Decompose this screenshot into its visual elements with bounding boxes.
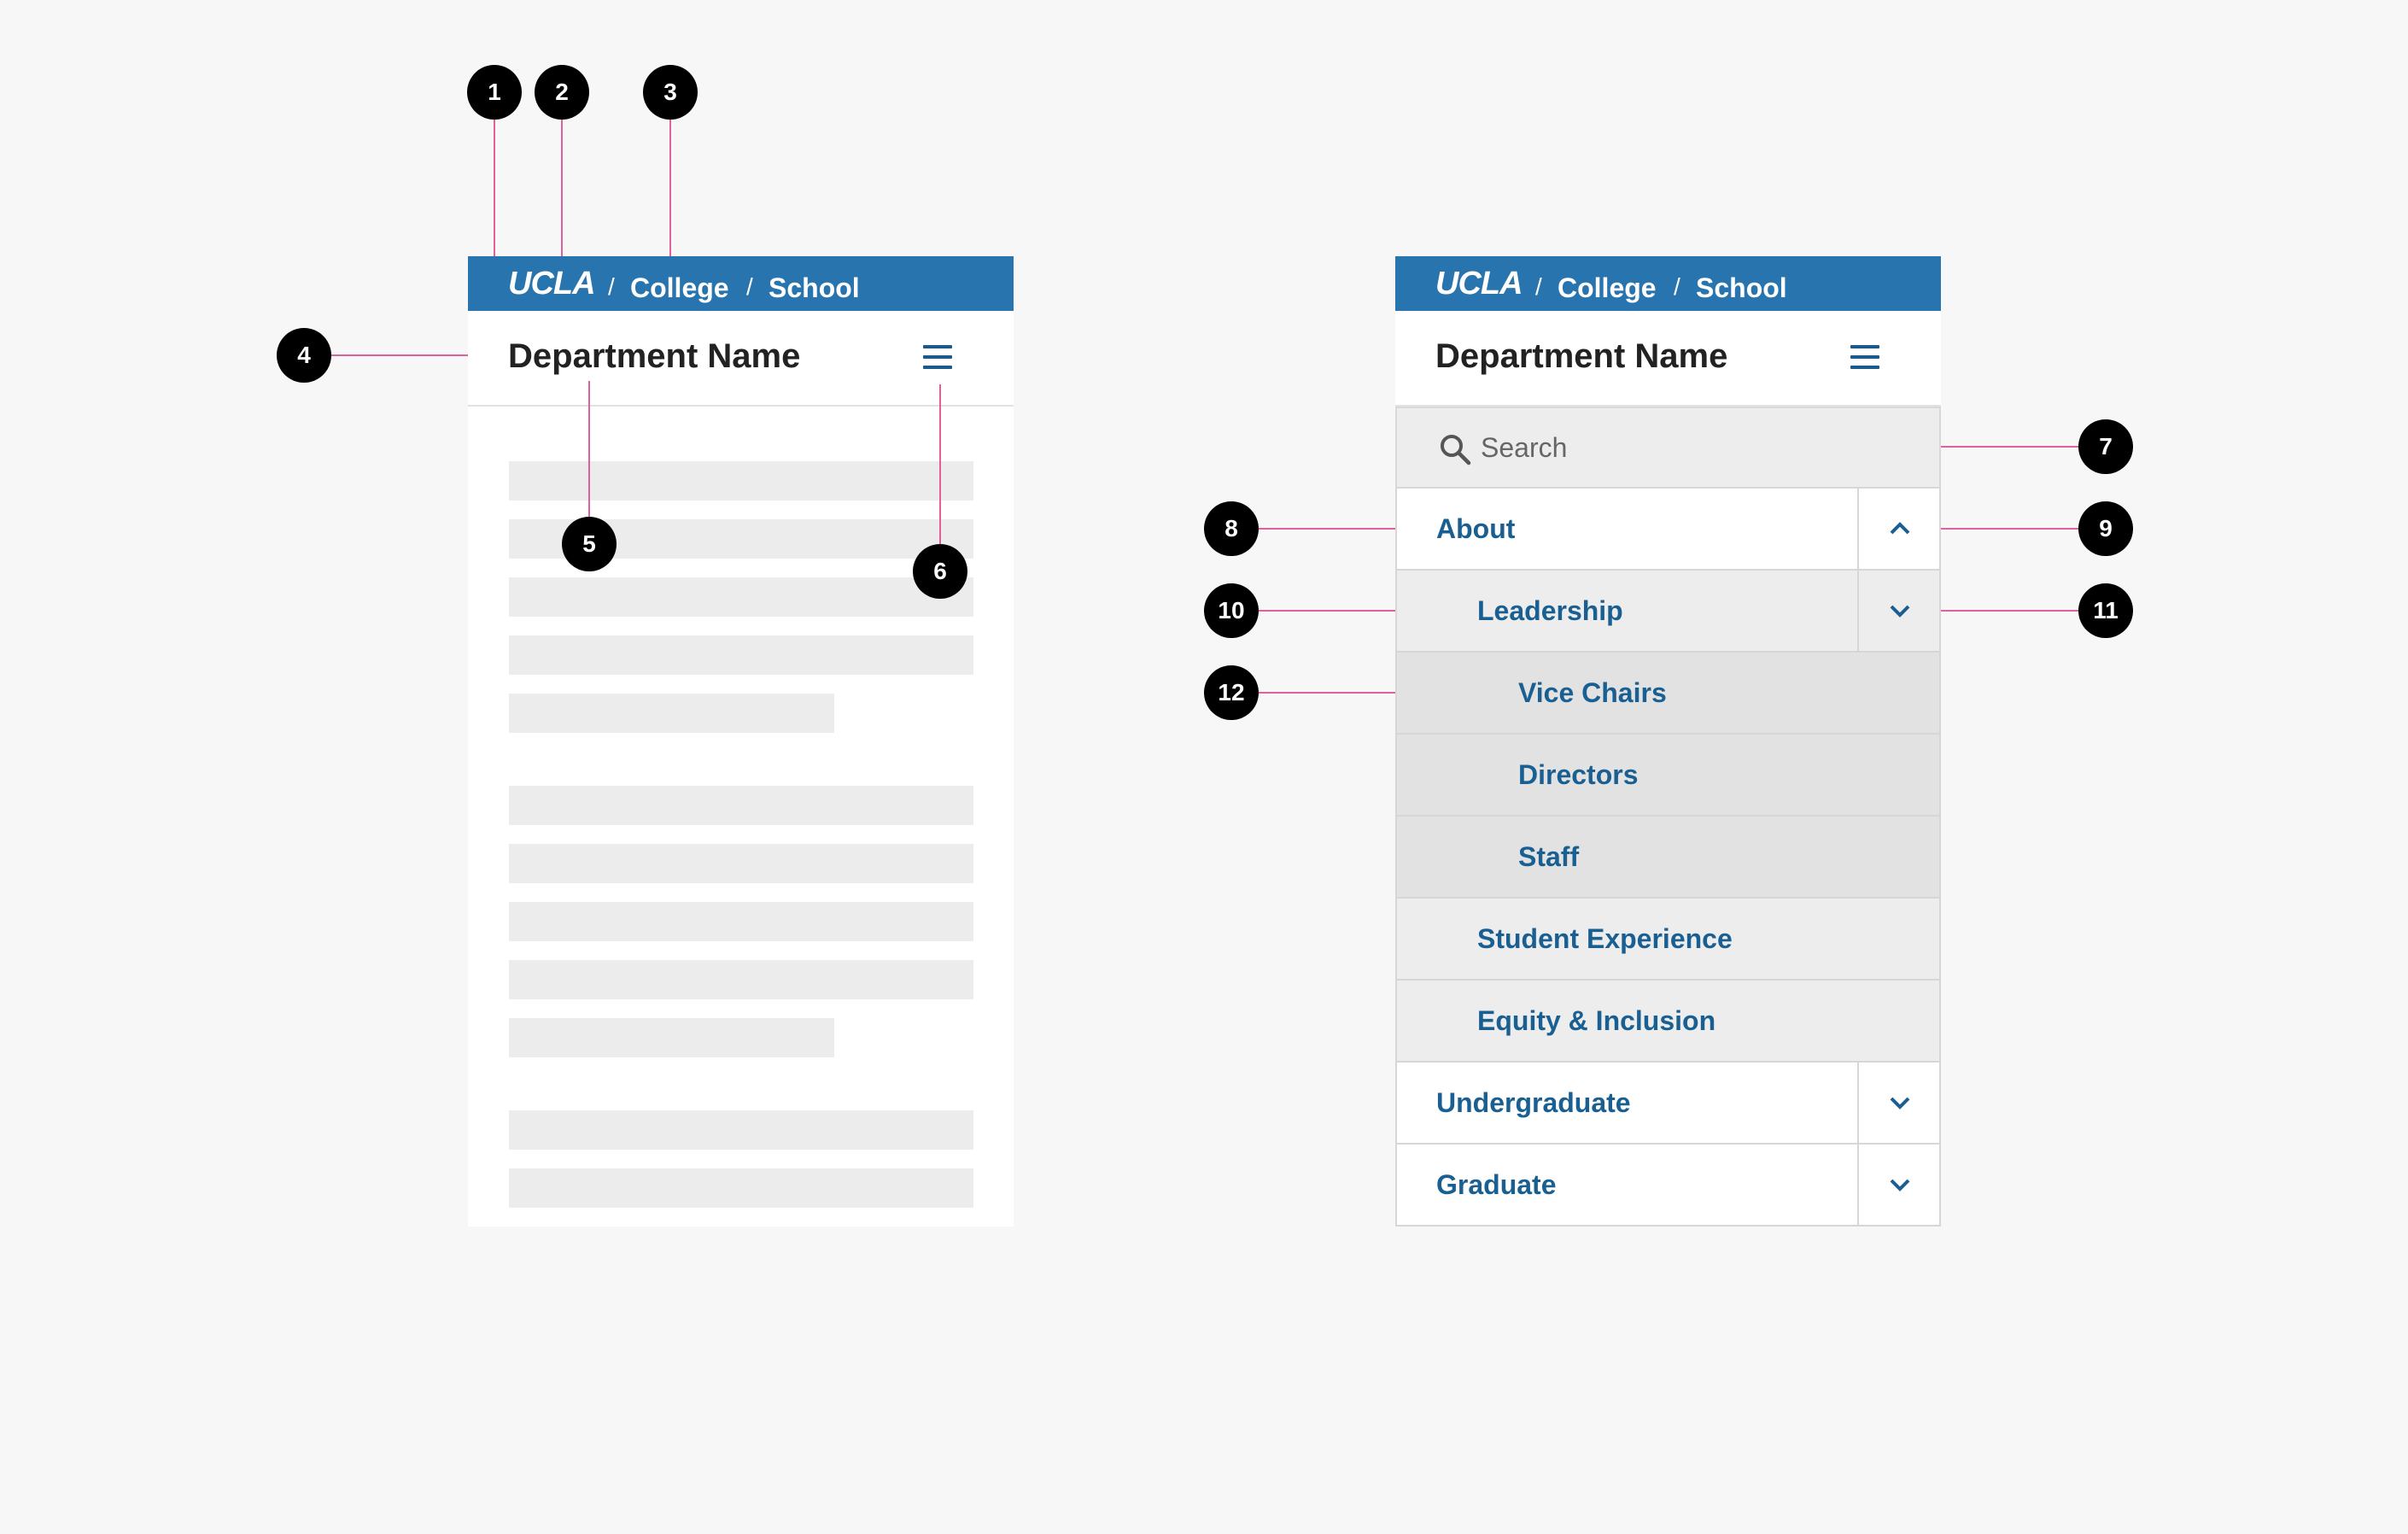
nav-item-undergraduate[interactable]: Undergraduate	[1395, 1063, 1941, 1145]
hamburger-icon[interactable]	[1850, 345, 1879, 369]
site-header: Department Name	[1395, 311, 1941, 407]
site-header: Department Name	[468, 311, 1014, 407]
submenu-toggle[interactable]	[1857, 571, 1939, 651]
nav-item-label: Directors	[1518, 759, 1639, 790]
skeleton-line	[509, 1168, 973, 1208]
skeleton-line	[509, 635, 973, 675]
callout-1: 1	[467, 65, 522, 120]
annotation-line	[1259, 610, 1395, 612]
submenu-toggle[interactable]	[1857, 489, 1939, 569]
chevron-down-icon	[1890, 1179, 1910, 1191]
hamburger-icon[interactable]	[923, 345, 952, 369]
callout-11: 11	[2078, 583, 2133, 638]
skeleton-line	[509, 1110, 973, 1150]
annotation-line	[1259, 692, 1395, 694]
callout-12: 12	[1204, 665, 1259, 720]
search-bar	[1395, 407, 1941, 489]
callout-8: 8	[1204, 501, 1259, 556]
breadcrumb-separator: /	[1535, 273, 1542, 300]
skeleton-line	[509, 461, 973, 501]
breadcrumb-college[interactable]: College	[1558, 272, 1657, 303]
callout-9: 9	[2078, 501, 2133, 556]
skeleton-line	[509, 694, 834, 733]
skeleton-line	[509, 902, 973, 941]
callout-5: 5	[562, 517, 617, 571]
breadcrumb-school[interactable]: School	[1696, 272, 1787, 303]
annotation-line	[561, 120, 563, 256]
mobile-mockup-open: UCLA / College / School Department Name …	[1395, 256, 1941, 1227]
nav-item-graduate[interactable]: Graduate	[1395, 1145, 1941, 1227]
department-name[interactable]: Department Name	[1435, 337, 1727, 376]
nav-item-label: Equity & Inclusion	[1477, 1005, 1716, 1036]
nav-item-label: Student Experience	[1477, 923, 1733, 954]
skeleton-line	[509, 960, 973, 999]
nav-item-label: Graduate	[1436, 1169, 1557, 1200]
search-icon	[1441, 435, 1471, 465]
nav-item-equity-inclusion[interactable]: Equity & Inclusion	[1395, 981, 1941, 1063]
annotation-line	[494, 120, 495, 256]
submenu-toggle[interactable]	[1857, 1063, 1939, 1143]
breadcrumb-school[interactable]: School	[769, 272, 860, 303]
mobile-mockup-closed: UCLA / College / School Department Name	[468, 256, 1014, 1227]
callout-7: 7	[2078, 419, 2133, 474]
nav-item-label: Undergraduate	[1436, 1087, 1631, 1118]
breadcrumb-separator: /	[1674, 273, 1680, 300]
chevron-down-icon	[1890, 1097, 1910, 1110]
callout-2: 2	[535, 65, 589, 120]
callout-3: 3	[643, 65, 698, 120]
breadcrumb-separator: /	[746, 273, 753, 300]
global-topbar: UCLA / College / School	[1395, 256, 1941, 311]
skeleton-line	[509, 786, 973, 825]
nav-item-label: Vice Chairs	[1518, 677, 1667, 708]
nav-item-student-experience[interactable]: Student Experience	[1395, 899, 1941, 981]
callout-4: 4	[277, 328, 331, 383]
nav-item-staff[interactable]: Staff	[1395, 817, 1941, 899]
skeleton-line	[509, 1018, 834, 1057]
annotation-line	[331, 354, 468, 356]
chevron-up-icon	[1890, 522, 1910, 535]
annotation-line	[669, 120, 671, 256]
annotation-line	[1259, 528, 1395, 530]
breadcrumb-separator: /	[608, 273, 615, 300]
nav-item-about[interactable]: About	[1395, 489, 1941, 571]
nav-item-label: About	[1436, 513, 1516, 544]
nav-item-directors[interactable]: Directors	[1395, 735, 1941, 817]
callout-6: 6	[913, 544, 967, 599]
submenu-toggle[interactable]	[1857, 1145, 1939, 1225]
chevron-down-icon	[1890, 605, 1910, 618]
nav-item-vice-chairs[interactable]: Vice Chairs	[1395, 653, 1941, 735]
ucla-logo[interactable]: UCLA	[1435, 266, 1523, 301]
skeleton-line	[509, 844, 973, 883]
global-topbar: UCLA / College / School	[468, 256, 1014, 311]
breadcrumb-college[interactable]: College	[630, 272, 729, 303]
ucla-logo[interactable]: UCLA	[508, 266, 596, 301]
callout-10: 10	[1204, 583, 1259, 638]
skeleton-line	[509, 577, 973, 617]
department-name[interactable]: Department Name	[508, 337, 800, 376]
nav-item-label: Staff	[1518, 841, 1580, 872]
nav-item-leadership[interactable]: Leadership	[1395, 571, 1941, 653]
search-input[interactable]	[1481, 429, 1891, 466]
nav-item-label: Leadership	[1477, 595, 1623, 626]
